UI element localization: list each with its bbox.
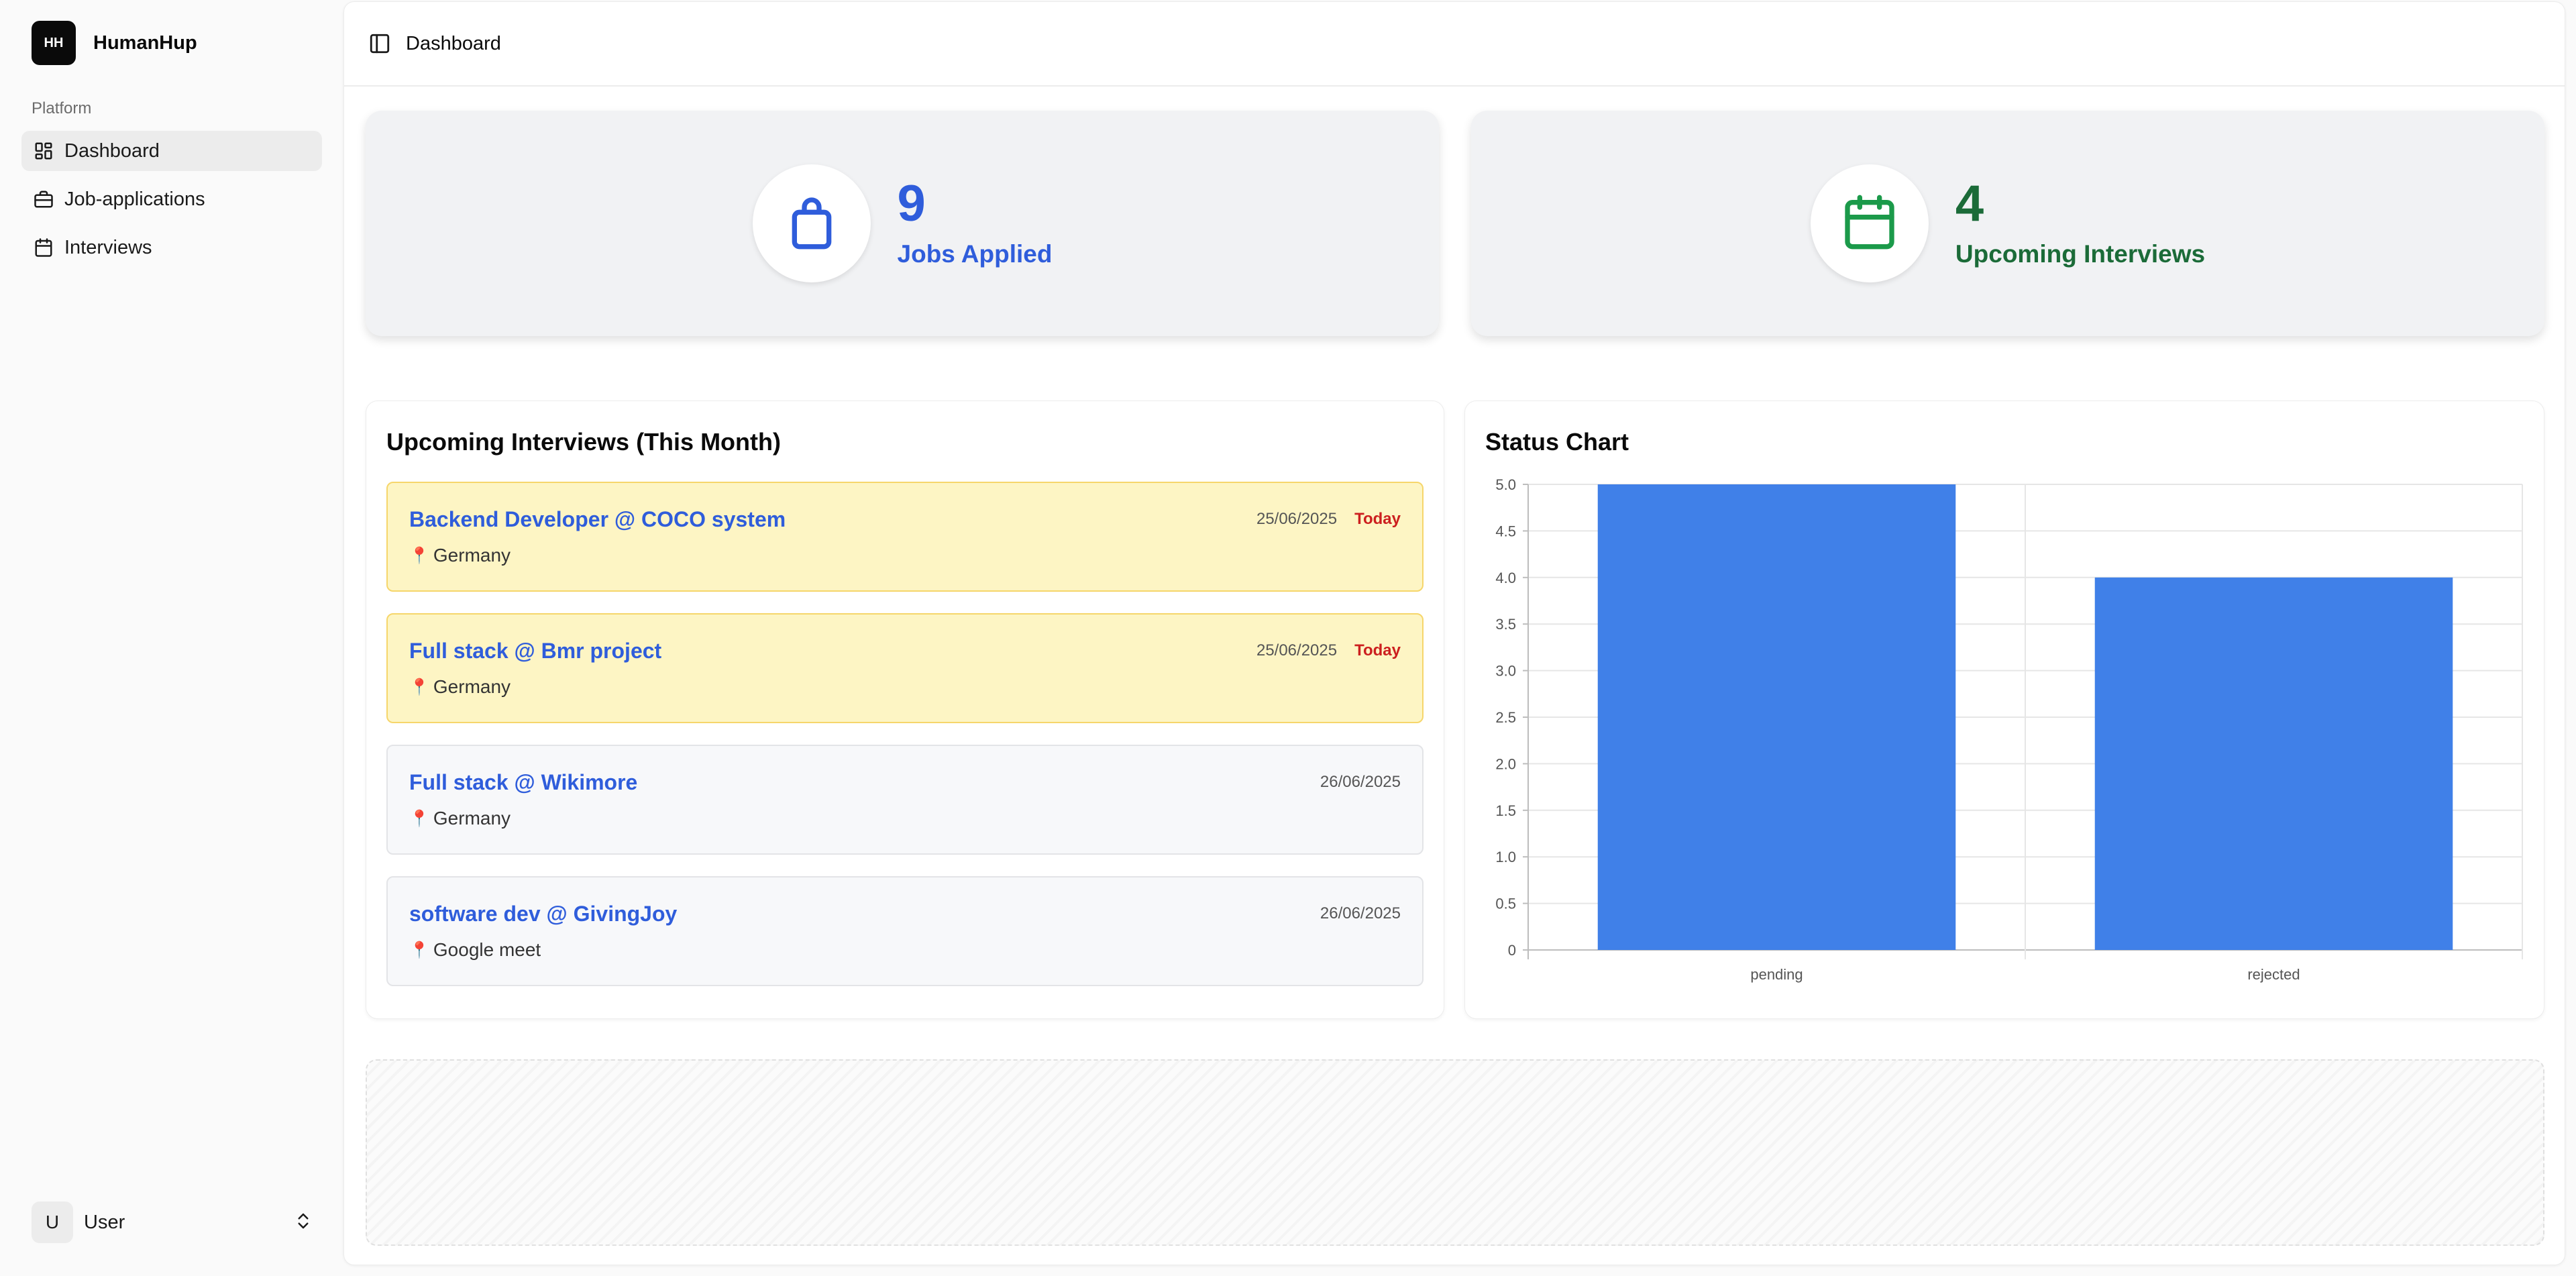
stat-icon-circle	[752, 164, 871, 282]
upcoming-interviews-panel: Upcoming Interviews (This Month) Backend…	[366, 401, 1444, 1019]
stat-icon-circle	[1810, 164, 1929, 282]
sidebar-item-job-applications[interactable]: Job-applications	[21, 179, 322, 219]
stat-value: 9	[897, 175, 926, 232]
y-tick-label: 0	[1508, 942, 1516, 959]
user-name: User	[84, 1211, 125, 1233]
status-chart: 0 0.5 1.0 1.5 2.0 2.5 3.0 3.5 4.0 4.5 5.0 pending re…	[1495, 476, 2523, 983]
location-text: Germany	[433, 545, 511, 566]
y-tick-label: 4.5	[1495, 523, 1516, 539]
stat-card-jobs-applied: 9 Jobs Applied	[366, 111, 1439, 336]
main-panel: Dashboard 9 Jobs Applied 4 Upcoming Inte…	[343, 1, 2565, 1265]
interview-title: software dev @ GivingJoy	[409, 902, 678, 926]
today-badge: Today	[1354, 641, 1401, 659]
empty-placeholder-area	[366, 1059, 2544, 1246]
list-item[interactable]: Backend Developer @ COCO system 📍 German…	[386, 482, 1424, 592]
y-tick-label: 1.5	[1495, 802, 1516, 819]
interview-title: Full stack @ Wikimore	[409, 770, 638, 794]
avatar: U	[32, 1202, 73, 1243]
y-tick-label: 1.0	[1495, 849, 1516, 865]
stat-card-upcoming-interviews: 4 Upcoming Interviews	[1471, 111, 2544, 336]
location-text: Google meet	[433, 939, 541, 960]
sidebar-group-label: Platform	[32, 99, 92, 117]
brand-name: HumanHup	[93, 32, 197, 54]
map-pin-icon: 📍	[409, 546, 429, 565]
interview-title: Backend Developer @ COCO system	[409, 507, 786, 531]
y-tick-label: 2.5	[1495, 709, 1516, 726]
panel-title: Upcoming Interviews (This Month)	[386, 428, 782, 456]
location-text: Germany	[433, 808, 511, 829]
interview-location: 📍 Germany	[409, 676, 511, 698]
briefcase-icon	[34, 189, 54, 209]
brand[interactable]: HH HumanHup	[32, 21, 197, 65]
sidebar-item-interviews[interactable]: Interviews	[21, 227, 322, 268]
list-item[interactable]: Full stack @ Bmr project 📍 Germany 25/06…	[386, 613, 1424, 723]
chart-bar-pending[interactable]	[1597, 484, 1956, 950]
y-tick-label: 0.5	[1495, 896, 1516, 912]
interview-date: 26/06/2025	[1320, 904, 1401, 922]
sidebar: HH HumanHup Platform Dashboard Job-appli…	[0, 0, 343, 1276]
brand-logo: HH	[32, 21, 76, 65]
interview-location: 📍 Google meet	[409, 939, 541, 961]
list-item[interactable]: software dev @ GivingJoy 📍 Google meet 2…	[386, 876, 1424, 986]
y-tick-label: 3.0	[1495, 663, 1516, 680]
stat-value: 4	[1955, 175, 1984, 232]
breadcrumb: Dashboard	[406, 32, 501, 54]
stat-label: Jobs Applied	[897, 240, 1053, 268]
sidebar-toggle-icon[interactable]	[368, 32, 391, 55]
header: Dashboard	[344, 2, 2565, 87]
interview-title: Full stack @ Bmr project	[409, 639, 662, 663]
sidebar-item-label: Job-applications	[64, 188, 205, 210]
interview-date: 26/06/2025	[1320, 773, 1401, 791]
sidebar-item-dashboard[interactable]: Dashboard	[21, 131, 322, 171]
status-chart-panel: Status Chart 0 0.5 1.0 1.5 2.0 2.5 3.0 3.5 4.0 4.…	[1464, 401, 2544, 1019]
chevrons-up-down-icon	[293, 1211, 313, 1234]
list-item[interactable]: Full stack @ Wikimore 📍 Germany 26/06/20…	[386, 745, 1424, 855]
sidebar-item-label: Interviews	[64, 236, 152, 258]
x-tick-label: pending	[1750, 966, 1803, 983]
layout-grid-icon	[34, 141, 54, 161]
y-tick-label: 2.0	[1495, 755, 1516, 772]
x-tick-label: rejected	[2247, 966, 2300, 983]
calendar-icon	[1840, 193, 1899, 255]
interview-location: 📍 Germany	[409, 808, 511, 829]
interview-list: Backend Developer @ COCO system 📍 German…	[386, 482, 1424, 1008]
interview-date: 25/06/2025	[1256, 510, 1338, 528]
sidebar-item-label: Dashboard	[64, 140, 160, 162]
location-text: Germany	[433, 676, 511, 697]
map-pin-icon: 📍	[409, 809, 429, 828]
map-pin-icon: 📍	[409, 941, 429, 959]
calendar-icon	[34, 237, 54, 258]
y-tick-label: 5.0	[1495, 476, 1516, 493]
y-tick-label: 4.0	[1495, 570, 1516, 586]
stat-label: Upcoming Interviews	[1955, 240, 2206, 268]
y-tick-label: 3.5	[1495, 616, 1516, 633]
sidebar-nav: Dashboard Job-applications Interviews	[21, 131, 322, 276]
today-badge: Today	[1354, 510, 1401, 528]
user-menu-button[interactable]: U User	[32, 1202, 313, 1243]
map-pin-icon: 📍	[409, 678, 429, 696]
interview-date: 25/06/2025	[1256, 641, 1338, 659]
interview-location: 📍 Germany	[409, 545, 511, 566]
shopping-bag-icon	[782, 193, 841, 255]
chart-bar-rejected[interactable]	[2094, 577, 2453, 950]
